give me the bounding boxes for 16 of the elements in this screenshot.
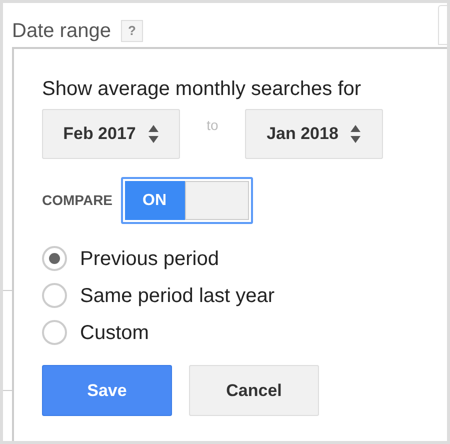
sort-icon [350,124,362,144]
compare-label: COMPARE [42,191,113,210]
sort-icon [148,124,159,144]
radio-label[interactable]: Previous period [80,244,219,274]
start-month-select[interactable]: Feb 2017 [42,109,180,159]
cancel-button[interactable]: Cancel [189,365,319,416]
end-month-select[interactable]: Jan 2018 [245,109,383,159]
popup-heading: Show average monthly searches for [42,77,362,101]
radio-button[interactable] [42,320,67,345]
radio-label[interactable]: Same period last year [80,280,275,310]
radio-button[interactable] [42,246,67,271]
radio-label[interactable]: Custom [80,318,149,348]
panel-edge [438,5,447,45]
range-separator: to [206,116,220,135]
radio-button[interactable] [42,283,67,308]
section-title: Date range [12,19,111,44]
